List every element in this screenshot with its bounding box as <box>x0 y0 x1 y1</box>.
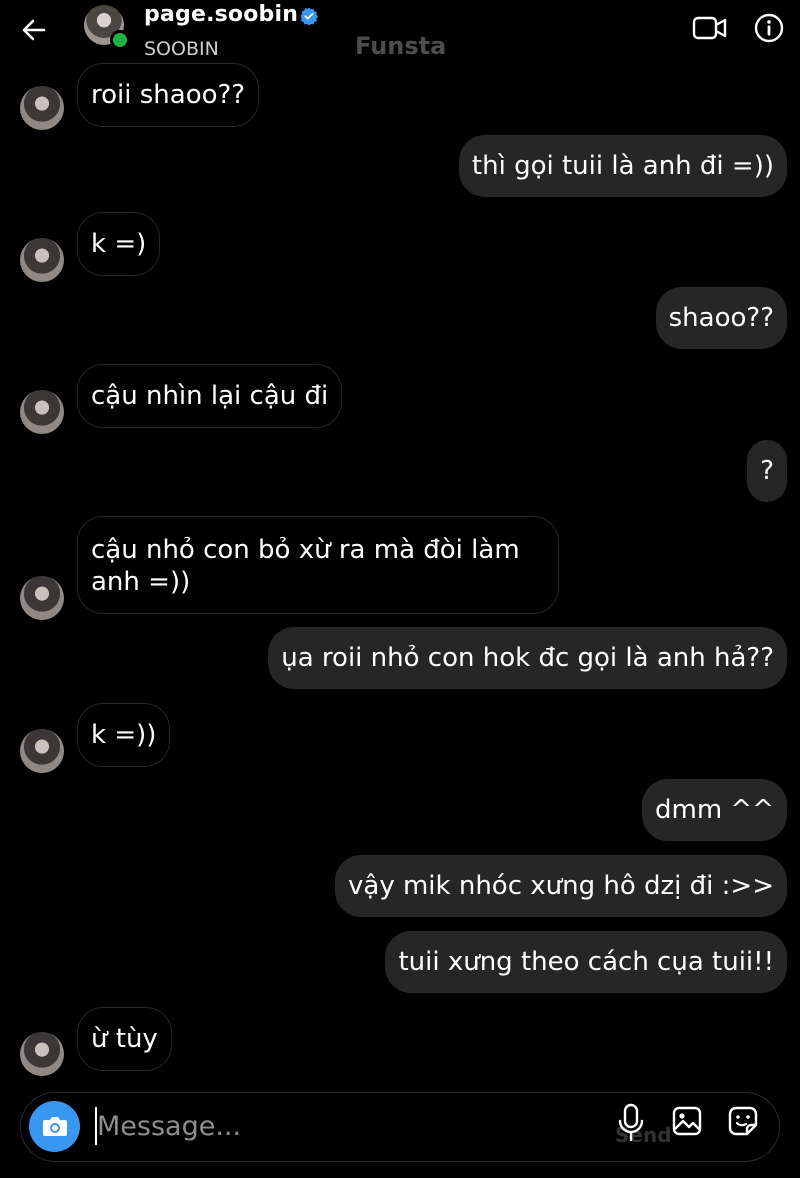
camera-button[interactable] <box>29 1101 80 1152</box>
camera-icon <box>43 1117 67 1136</box>
outgoing-message[interactable]: thì gọi tuii là anh đi =)) <box>458 135 787 197</box>
outgoing-message[interactable]: ụa roii nhỏ con hok đc gọi là anh hả?? <box>268 627 787 689</box>
video-call-icon[interactable] <box>692 14 728 42</box>
message-input[interactable]: Message... <box>97 1111 241 1142</box>
sender-avatar[interactable] <box>20 1032 64 1076</box>
info-icon[interactable] <box>754 13 784 43</box>
watermark-text: Funsta <box>355 32 447 60</box>
sender-avatar[interactable] <box>20 729 64 773</box>
outgoing-message[interactable]: tuii xưng theo cách cụa tuii!! <box>385 931 787 993</box>
chat-header: page.soobin SOOBIN Funsta <box>0 0 800 62</box>
chat-display-name: SOOBIN <box>144 38 219 60</box>
incoming-message[interactable]: k =)) <box>77 703 171 767</box>
outgoing-message[interactable]: shaoo?? <box>655 287 787 349</box>
sticker-icon[interactable] <box>727 1105 759 1137</box>
sender-avatar[interactable] <box>20 238 64 282</box>
verified-badge-icon <box>300 7 318 25</box>
outgoing-message[interactable]: dmm ^^ <box>642 779 787 841</box>
incoming-message[interactable]: roii shaoo?? <box>77 63 260 127</box>
incoming-message[interactable]: k =) <box>77 212 161 276</box>
back-arrow-icon[interactable] <box>18 14 50 46</box>
incoming-message[interactable]: cậu nhỏ con bỏ xừ ra mà đòi làm anh =)) <box>77 516 559 614</box>
incoming-message[interactable]: ừ tùy <box>77 1007 172 1071</box>
online-status-dot <box>110 30 130 50</box>
sender-avatar[interactable] <box>20 86 64 130</box>
incoming-message[interactable]: cậu nhìn lại cậu đi <box>77 364 343 428</box>
sender-avatar[interactable] <box>20 576 64 620</box>
message-composer[interactable]: Message... Send <box>20 1092 780 1162</box>
sender-avatar[interactable] <box>20 390 64 434</box>
outgoing-message[interactable]: vậy mik nhóc xưng hô dzị đi :>> <box>335 855 787 917</box>
gallery-icon[interactable] <box>671 1105 703 1137</box>
outgoing-message[interactable]: ? <box>747 440 787 502</box>
microphone-icon[interactable] <box>617 1103 645 1143</box>
chat-username[interactable]: page.soobin <box>144 2 298 27</box>
